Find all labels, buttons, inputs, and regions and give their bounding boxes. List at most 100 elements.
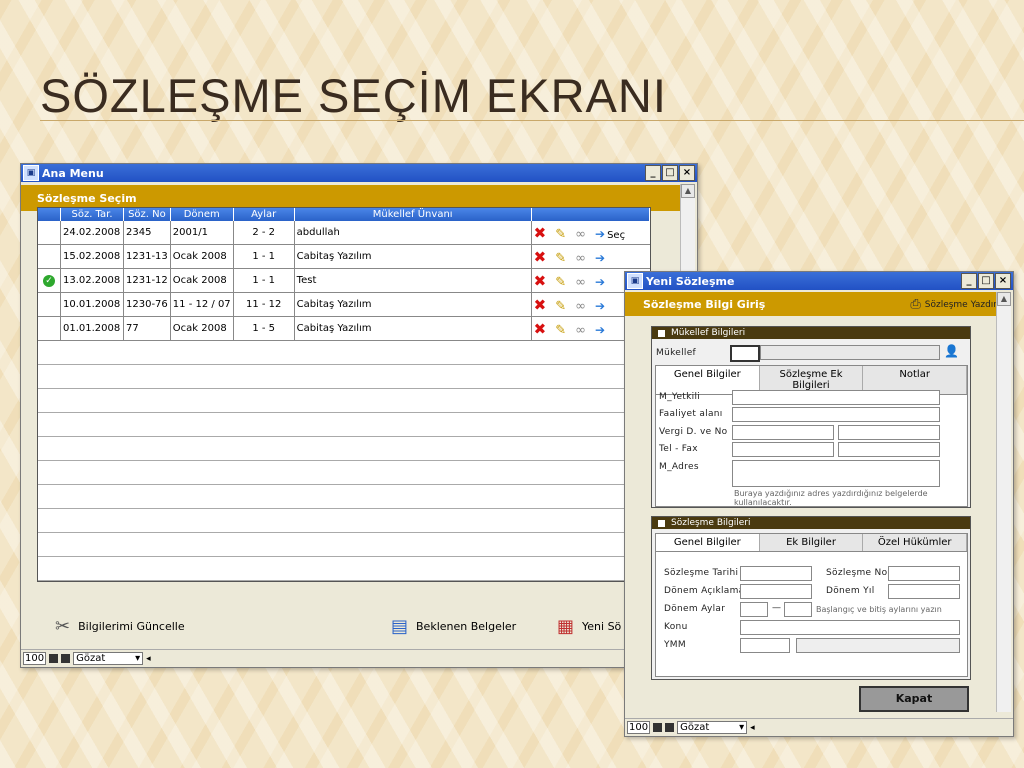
select-label[interactable]: Seç	[607, 230, 625, 241]
new-contract-button[interactable]: ▦ Yeni Sö	[557, 616, 621, 637]
column-period[interactable]: Dönem	[170, 208, 234, 221]
scroll-up-icon[interactable]: ▲	[681, 184, 695, 198]
contract-checkbox[interactable]	[658, 519, 665, 527]
minimize-icon[interactable]: _	[961, 273, 977, 289]
zoom-in-icon[interactable]	[665, 723, 675, 732]
edit-icon[interactable]: ✎	[555, 323, 566, 338]
print-contract-label: Sözleşme Yazdır	[924, 299, 997, 310]
column-months[interactable]: Aylar	[233, 208, 295, 221]
empty-row	[38, 484, 650, 509]
view-select-value: Gözat	[76, 653, 106, 664]
taxpayer-code-input[interactable]	[730, 345, 760, 362]
select-arrow-icon[interactable]: ➔	[595, 275, 605, 289]
period-months-label: Dönem Aylar	[664, 604, 726, 614]
column-date[interactable]: Söz. Tar.	[60, 208, 124, 221]
table-row[interactable]: 24.02.2008 2345 2001/1 2 - 2 abdullah ✖ ✎ ∞ ➔ Seç	[38, 221, 650, 245]
tax-number-input[interactable]	[838, 425, 940, 440]
delete-icon[interactable]: ✖	[534, 296, 547, 314]
tab-extra-info[interactable]: Ek Bilgiler	[759, 534, 864, 551]
taxpayer-panel-header: Mükellef Bilgileri	[652, 327, 970, 339]
main-window-titlebar[interactable]: ▣ Ana Menu _ □ ×	[21, 164, 697, 182]
table-row[interactable]: 15.02.2008 1231-13 Ocak 2008 1 - 1 Cabitaş Y…	[38, 244, 650, 269]
contract-panel-title: Sözleşme Bilgileri	[671, 518, 751, 528]
row-status	[38, 292, 61, 317]
add-user-icon[interactable]: 👤	[944, 344, 959, 358]
zoom-level[interactable]: 100	[23, 652, 47, 665]
new-window-titlebar[interactable]: ▣ Yeni Sözleşme _ □ ×	[625, 272, 1013, 290]
delete-icon[interactable]: ✖	[534, 248, 547, 266]
select-arrow-icon[interactable]: ➔	[595, 299, 605, 313]
close-icon[interactable]: ×	[679, 165, 695, 181]
empty-row	[38, 412, 650, 437]
period-year-input[interactable]	[888, 584, 960, 599]
app-icon: ▣	[23, 165, 39, 181]
zoom-out-icon[interactable]	[653, 723, 663, 732]
delete-icon[interactable]: ✖	[534, 320, 547, 338]
delete-icon[interactable]: ✖	[534, 224, 547, 242]
view-select[interactable]: Gözat ▾	[677, 721, 748, 734]
contract-date-input[interactable]	[740, 566, 812, 581]
start-month-input[interactable]	[740, 602, 768, 617]
document-icon: ▤	[391, 616, 409, 637]
end-month-input[interactable]	[784, 602, 812, 617]
select-arrow-icon[interactable]: ➔	[595, 323, 605, 337]
maximize-icon[interactable]: □	[662, 165, 678, 181]
scroll-left-icon[interactable]: ◂	[146, 654, 151, 664]
minimize-icon[interactable]: _	[645, 165, 661, 181]
edit-icon[interactable]: ✎	[555, 299, 566, 314]
row-taxpayer: Cabitaş Yazılım	[294, 292, 532, 317]
edit-icon[interactable]: ✎	[555, 227, 566, 242]
edit-icon[interactable]: ✎	[555, 251, 566, 266]
empty-row	[38, 388, 650, 413]
delete-icon[interactable]: ✖	[534, 272, 547, 290]
select-arrow-icon[interactable]: ➔	[595, 251, 605, 265]
taxpayer-checkbox[interactable]	[658, 329, 665, 337]
tab-special-terms[interactable]: Özel Hükümler	[863, 534, 968, 551]
tax-office-input[interactable]	[732, 425, 834, 440]
link-icon[interactable]: ∞	[575, 275, 586, 290]
new-contract-label: Yeni Sö	[582, 620, 622, 633]
view-select[interactable]: Gözat ▾	[73, 652, 144, 665]
link-icon[interactable]: ∞	[575, 251, 586, 266]
table-row[interactable]: 10.01.2008 1230-76 11 - 12 / 07 11 - 12 Cabi…	[38, 292, 650, 317]
close-icon[interactable]: ×	[995, 273, 1011, 289]
taxpayer-name-input[interactable]	[760, 345, 940, 360]
table-row[interactable]: 01.01.2008 77 Ocak 2008 1 - 5 Cabitaş Yazılı…	[38, 316, 650, 341]
zoom-in-icon[interactable]	[61, 654, 71, 663]
phone-input[interactable]	[732, 442, 834, 457]
link-icon[interactable]: ∞	[575, 227, 586, 242]
close-button[interactable]: Kapat	[859, 686, 969, 712]
maximize-icon[interactable]: □	[978, 273, 994, 289]
contract-date-label: Sözleşme Tarihi	[664, 568, 739, 578]
fax-input[interactable]	[838, 442, 940, 457]
print-contract-button[interactable]: ⎙ Sözleşme Yazdır	[910, 297, 997, 312]
row-no: 2345	[123, 221, 171, 245]
tab-contract-general[interactable]: Genel Bilgiler	[656, 534, 760, 551]
address-input[interactable]	[732, 460, 940, 487]
app-icon: ▣	[627, 273, 643, 289]
pending-documents-button[interactable]: ▤ Beklenen Belgeler	[391, 616, 516, 637]
period-desc-input[interactable]	[740, 584, 812, 599]
table-row[interactable]: ✓ 13.02.2008 1231-12 Ocak 2008 1 - 1 Test ✖ ✎ ∞ ➔	[38, 268, 650, 293]
edit-icon[interactable]: ✎	[555, 275, 566, 290]
link-icon[interactable]: ∞	[575, 323, 586, 338]
scroll-up-icon[interactable]: ▲	[997, 292, 1011, 306]
ymm-name-input[interactable]	[796, 638, 960, 653]
new-window-title: Yeni Sözleşme	[646, 274, 735, 288]
select-arrow-icon[interactable]: ➔	[595, 227, 605, 241]
address-label: M_Adres	[659, 462, 699, 472]
contract-no-input[interactable]	[888, 566, 960, 581]
column-no[interactable]: Söz. No	[123, 208, 171, 221]
ymm-code-input[interactable]	[740, 638, 790, 653]
activity-input[interactable]	[732, 407, 940, 422]
zoom-out-icon[interactable]	[49, 654, 59, 663]
subject-input[interactable]	[740, 620, 960, 635]
link-icon[interactable]: ∞	[575, 299, 586, 314]
scroll-left-icon[interactable]: ◂	[750, 723, 755, 733]
zoom-level[interactable]: 100	[627, 721, 651, 734]
authorized-input[interactable]	[732, 390, 940, 405]
update-info-button[interactable]: ✂ Bilgilerimi Güncelle	[55, 616, 185, 637]
column-taxpayer[interactable]: Mükellef Ünvanı	[294, 208, 532, 221]
new-window-scrollbar[interactable]: ▲	[996, 292, 1011, 712]
main-status-bar: 100 Gözat ▾ ◂	[21, 649, 697, 667]
